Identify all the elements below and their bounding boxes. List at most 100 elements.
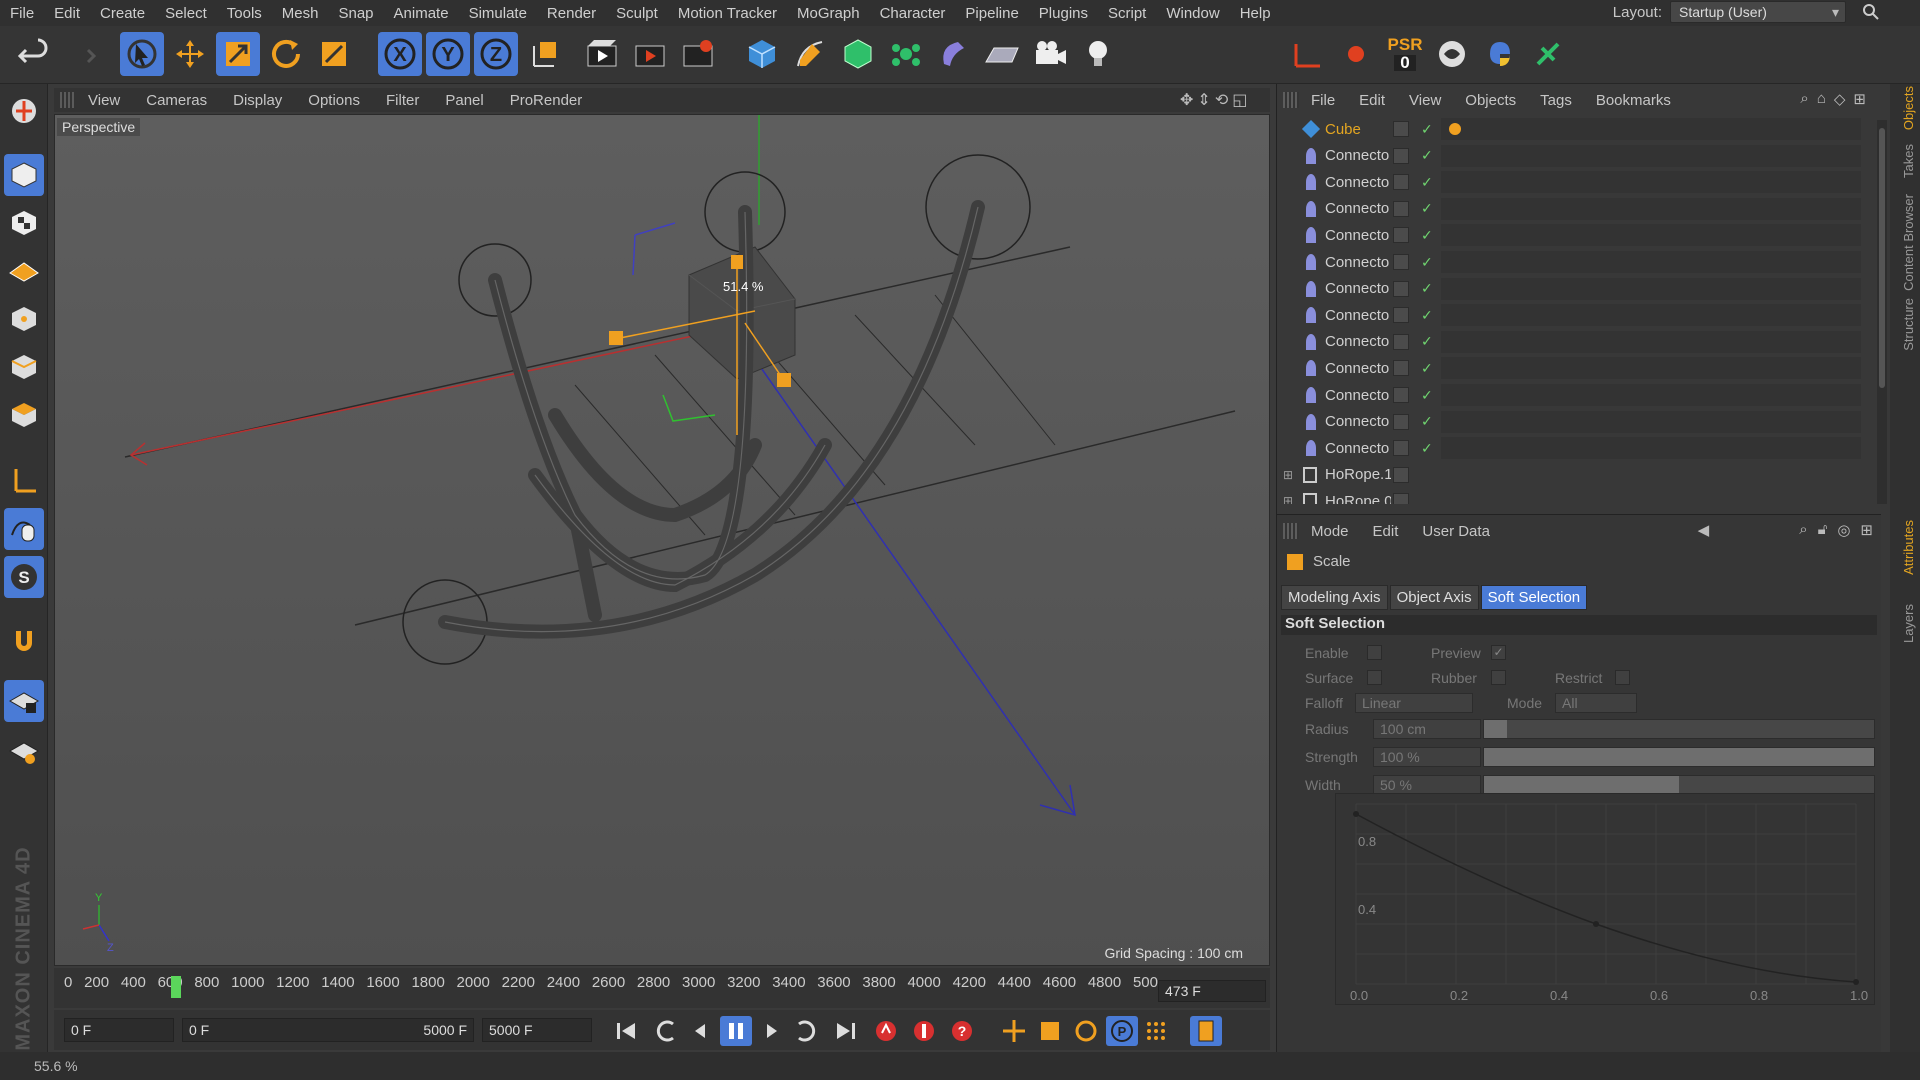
enabled-check-icon[interactable]: ✓: [1421, 440, 1433, 457]
object-name[interactable]: Connecto: [1325, 254, 1391, 271]
menu-edit[interactable]: Edit: [54, 5, 80, 22]
object-list-scrollbar[interactable]: [1877, 120, 1887, 504]
home-icon[interactable]: ⌂: [1817, 90, 1826, 108]
object-row[interactable]: Connecto ✓: [1277, 276, 1877, 302]
visibility-toggle[interactable]: [1393, 493, 1409, 504]
search-icon[interactable]: [1862, 3, 1880, 21]
keyframe-selection-icon[interactable]: ?: [946, 1016, 978, 1046]
visibility-toggle[interactable]: [1393, 280, 1409, 297]
texture-mode-icon[interactable]: [4, 202, 44, 244]
render-view-icon[interactable]: [580, 32, 624, 76]
menu-tools[interactable]: Tools: [227, 5, 262, 22]
enabled-check-icon[interactable]: ✓: [1421, 280, 1433, 297]
object-row[interactable]: Connecto ✓: [1277, 169, 1877, 195]
cube-object-icon[interactable]: [740, 32, 784, 76]
undo-icon[interactable]: [12, 32, 56, 76]
tweak-mode-icon[interactable]: [4, 508, 44, 550]
visibility-toggle[interactable]: [1393, 387, 1409, 403]
attr-menu-user-data[interactable]: User Data: [1422, 523, 1490, 540]
object-row[interactable]: Connecto ✓: [1277, 355, 1877, 381]
object-name[interactable]: Connecto: [1325, 147, 1391, 164]
light-icon[interactable]: [1076, 32, 1120, 76]
menu-simulate[interactable]: Simulate: [469, 5, 527, 22]
attr-menu-edit[interactable]: Edit: [1373, 523, 1399, 540]
go-to-start-icon[interactable]: [610, 1016, 642, 1046]
layout-dropdown[interactable]: Startup (User): [1670, 1, 1846, 23]
workplane-mode-icon[interactable]: [4, 248, 44, 290]
next-key-icon[interactable]: [790, 1016, 822, 1046]
menu-snap[interactable]: Snap: [338, 5, 373, 22]
tag-area[interactable]: [1441, 251, 1861, 273]
maximize-icon[interactable]: ◱: [1232, 90, 1247, 110]
curve-point[interactable]: [1593, 921, 1599, 927]
viewport-menu-cameras[interactable]: Cameras: [146, 92, 207, 109]
object-name[interactable]: Cube: [1325, 121, 1391, 138]
y-axis-icon[interactable]: Y: [426, 32, 470, 76]
record-keys-icon[interactable]: [870, 1016, 902, 1046]
camera-icon[interactable]: [1028, 32, 1072, 76]
psr-keyframe-icon[interactable]: PSR 0: [1380, 32, 1430, 76]
surface-checkbox[interactable]: [1367, 670, 1382, 685]
timeline-ruler[interactable]: 0200400600800100012001400160018002000220…: [54, 968, 1270, 1008]
panel-grip[interactable]: [1283, 523, 1299, 539]
enabled-check-icon[interactable]: ✓: [1421, 227, 1433, 244]
curve-point[interactable]: [1353, 811, 1359, 817]
om-menu-objects[interactable]: Objects: [1465, 92, 1516, 109]
object-row[interactable]: Connecto ✓: [1277, 329, 1877, 355]
back-arrow-icon[interactable]: ◀: [1698, 521, 1710, 539]
visibility-toggle[interactable]: [1393, 333, 1409, 350]
playhead[interactable]: [171, 976, 181, 998]
visibility-toggle[interactable]: [1393, 360, 1409, 377]
orbit-icon[interactable]: ⟲: [1215, 90, 1228, 110]
mode-dropdown[interactable]: All: [1555, 693, 1637, 713]
key-parameter-icon[interactable]: P: [1106, 1016, 1138, 1046]
range-slider[interactable]: 0 F 5000 F: [182, 1018, 474, 1042]
restrict-checkbox[interactable]: [1615, 670, 1630, 685]
rubber-checkbox[interactable]: [1491, 670, 1506, 685]
menu-motion-tracker[interactable]: Motion Tracker: [678, 5, 777, 22]
planar-workplane-icon[interactable]: [4, 730, 44, 772]
om-menu-tags[interactable]: Tags: [1540, 92, 1572, 109]
enabled-check-icon[interactable]: ✓: [1421, 360, 1433, 377]
floor-environment-icon[interactable]: [980, 32, 1024, 76]
snapping-magnet-icon[interactable]: [4, 620, 44, 662]
object-name[interactable]: Connecto: [1325, 360, 1391, 377]
start-frame-field[interactable]: 0 F: [64, 1018, 174, 1042]
enabled-check-icon[interactable]: ✓: [1421, 307, 1433, 324]
visibility-toggle[interactable]: [1393, 466, 1409, 483]
new-window-icon[interactable]: ⊞: [1853, 90, 1866, 108]
om-menu-edit[interactable]: Edit: [1359, 92, 1385, 109]
tag-area[interactable]: [1441, 144, 1861, 167]
pause-icon[interactable]: [720, 1016, 752, 1046]
tag-area[interactable]: [1441, 357, 1861, 380]
side-tab-objects[interactable]: Objects: [1901, 86, 1916, 130]
model-mode-icon[interactable]: [4, 154, 44, 196]
timeline-window-icon[interactable]: [1190, 1016, 1222, 1046]
x-axis-icon[interactable]: X: [378, 32, 422, 76]
current-frame-field[interactable]: 473 F: [1158, 980, 1266, 1002]
strength-slider[interactable]: [1483, 747, 1875, 767]
object-name[interactable]: Connecto: [1325, 200, 1391, 217]
previous-frame-icon[interactable]: [684, 1016, 716, 1046]
subdivision-icon[interactable]: [836, 32, 880, 76]
tag-area[interactable]: [1441, 224, 1861, 247]
solo-mode-icon[interactable]: S: [4, 556, 44, 598]
enabled-check-icon[interactable]: ✓: [1421, 121, 1433, 138]
attr-menu-mode[interactable]: Mode: [1311, 523, 1349, 540]
python-generator-icon[interactable]: [1430, 32, 1474, 76]
viewport-menu-prorender[interactable]: ProRender: [510, 92, 583, 109]
coordinate-system-icon[interactable]: [522, 32, 566, 76]
tag-area[interactable]: [1441, 277, 1861, 300]
end-frame-field[interactable]: 5000 F: [482, 1018, 592, 1042]
object-row[interactable]: Connecto ✓: [1277, 382, 1877, 408]
redo-icon[interactable]: [58, 32, 102, 76]
edit-render-settings-icon[interactable]: [676, 32, 720, 76]
side-tab-content-browser[interactable]: Content Browser: [1901, 194, 1916, 291]
tag-area[interactable]: [1441, 197, 1861, 220]
gizmo-handle-z[interactable]: [777, 373, 791, 387]
viewport-menu-view[interactable]: View: [88, 92, 120, 109]
menu-pipeline[interactable]: Pipeline: [965, 5, 1018, 22]
visibility-toggle[interactable]: [1393, 200, 1409, 217]
menu-file[interactable]: File: [10, 5, 34, 22]
object-name[interactable]: Connecto: [1325, 174, 1391, 191]
